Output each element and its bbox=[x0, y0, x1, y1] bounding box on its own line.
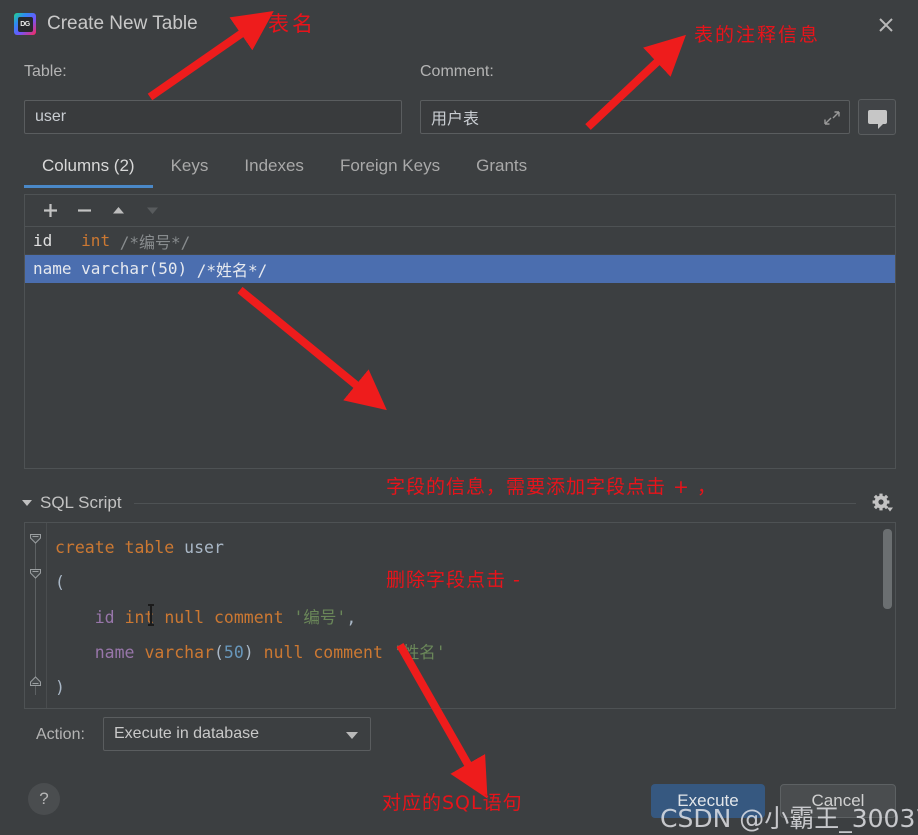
chevron-down-icon[interactable] bbox=[22, 500, 32, 506]
sql-token: ( bbox=[213, 643, 224, 662]
annotation-sql-info: 对应的SQL语句 bbox=[382, 792, 523, 814]
sql-token: ) bbox=[55, 678, 65, 697]
sql-token: ( bbox=[55, 573, 65, 592]
column-type: varchar(50) bbox=[81, 259, 188, 278]
tab-grants[interactable]: Grants bbox=[458, 156, 545, 185]
columns-list: id int /*编号*/ name varchar(50) /*姓名*/ bbox=[25, 227, 895, 283]
create-new-table-dialog: DG Create New Table Table: user Comment:… bbox=[0, 0, 918, 835]
sql-token: comment bbox=[214, 608, 284, 627]
tab-columns[interactable]: Columns (2) bbox=[24, 156, 153, 188]
page-title: Create New Table bbox=[47, 13, 198, 34]
table-row[interactable]: id int /*编号*/ bbox=[25, 227, 895, 255]
cancel-button[interactable]: Cancel bbox=[780, 784, 896, 818]
fold-marker-icon[interactable] bbox=[29, 532, 42, 545]
tab-indexes[interactable]: Indexes bbox=[226, 156, 322, 185]
sql-token: int bbox=[124, 608, 155, 627]
sql-token: 50 bbox=[223, 643, 244, 662]
column-comment: /*编号*/ bbox=[119, 232, 191, 252]
table-name-value: user bbox=[35, 108, 67, 125]
sql-token: '编号' bbox=[293, 608, 347, 627]
columns-toolbar bbox=[25, 195, 895, 227]
sql-script-editor[interactable]: create table user ( id int null comment '… bbox=[24, 522, 896, 709]
sql-token: create bbox=[55, 538, 115, 557]
bubble-shape bbox=[867, 110, 887, 129]
sql-token: varchar bbox=[144, 643, 214, 662]
sql-line: id int null comment '编号', bbox=[55, 600, 446, 635]
action-label: Action: bbox=[36, 726, 85, 743]
divider bbox=[133, 502, 856, 504]
comment-label: Comment: bbox=[420, 63, 494, 80]
comment-bubble-icon[interactable] bbox=[858, 99, 896, 135]
gear-icon[interactable] bbox=[870, 492, 896, 514]
help-button[interactable]: ? bbox=[28, 783, 60, 815]
editor-scrollbar[interactable] bbox=[883, 529, 892, 609]
tab-keys[interactable]: Keys bbox=[153, 156, 227, 185]
sql-script-title: SQL Script bbox=[40, 493, 122, 512]
sql-line: create table user bbox=[55, 530, 446, 565]
fold-marker-icon[interactable] bbox=[29, 675, 42, 688]
sql-token: table bbox=[124, 538, 175, 557]
sql-token: name bbox=[94, 643, 135, 662]
sql-line: ) bbox=[55, 670, 446, 705]
sql-token: ) bbox=[243, 643, 254, 662]
comment-input[interactable]: 用户表 bbox=[420, 100, 850, 134]
datagrip-logo-text: DG bbox=[17, 16, 33, 32]
sql-token: null bbox=[263, 643, 304, 662]
action-value: Execute in database bbox=[114, 725, 259, 742]
fold-line bbox=[35, 537, 36, 695]
column-type: int bbox=[81, 231, 111, 250]
editor-gutter bbox=[25, 523, 47, 708]
sql-token: null bbox=[164, 608, 205, 627]
expand-icon[interactable] bbox=[823, 109, 841, 127]
datagrip-logo-icon: DG bbox=[14, 13, 36, 35]
move-down-button[interactable] bbox=[137, 198, 167, 224]
sql-token: , bbox=[346, 608, 357, 627]
execute-button[interactable]: Execute bbox=[651, 784, 765, 818]
table-name-input[interactable]: user bbox=[24, 100, 402, 134]
column-name: id bbox=[33, 231, 53, 250]
chevron-down-icon bbox=[346, 732, 358, 739]
tab-foreign-keys[interactable]: Foreign Keys bbox=[322, 156, 458, 185]
add-column-button[interactable] bbox=[35, 198, 65, 224]
remove-column-button[interactable] bbox=[69, 198, 99, 224]
table-row[interactable]: name varchar(50) /*姓名*/ bbox=[25, 255, 895, 283]
sql-token: comment bbox=[313, 643, 383, 662]
comment-value: 用户表 bbox=[431, 111, 480, 128]
table-name-label: Table: bbox=[24, 63, 67, 80]
columns-panel: id int /*编号*/ name varchar(50) /*姓名*/ bbox=[24, 194, 896, 469]
move-up-button[interactable] bbox=[103, 198, 133, 224]
sql-code-text[interactable]: create table user ( id int null comment '… bbox=[55, 530, 446, 705]
sql-script-header: SQL Script bbox=[22, 490, 896, 516]
close-icon[interactable] bbox=[872, 11, 900, 39]
sql-token: user bbox=[184, 538, 224, 557]
action-select[interactable]: Execute in database bbox=[103, 717, 371, 751]
editor-tabs: Columns (2) Keys Indexes Foreign Keys Gr… bbox=[24, 156, 545, 192]
dialog-titlebar: DG Create New Table bbox=[0, 0, 918, 45]
sql-line: name varchar(50) null comment '姓名' bbox=[55, 635, 446, 670]
fold-marker-icon[interactable] bbox=[29, 567, 42, 580]
sql-token: '姓名' bbox=[392, 643, 446, 662]
column-name: name bbox=[33, 259, 72, 278]
column-comment: /*姓名*/ bbox=[196, 260, 268, 280]
sql-token: id bbox=[94, 608, 115, 627]
sql-line: ( bbox=[55, 565, 446, 600]
